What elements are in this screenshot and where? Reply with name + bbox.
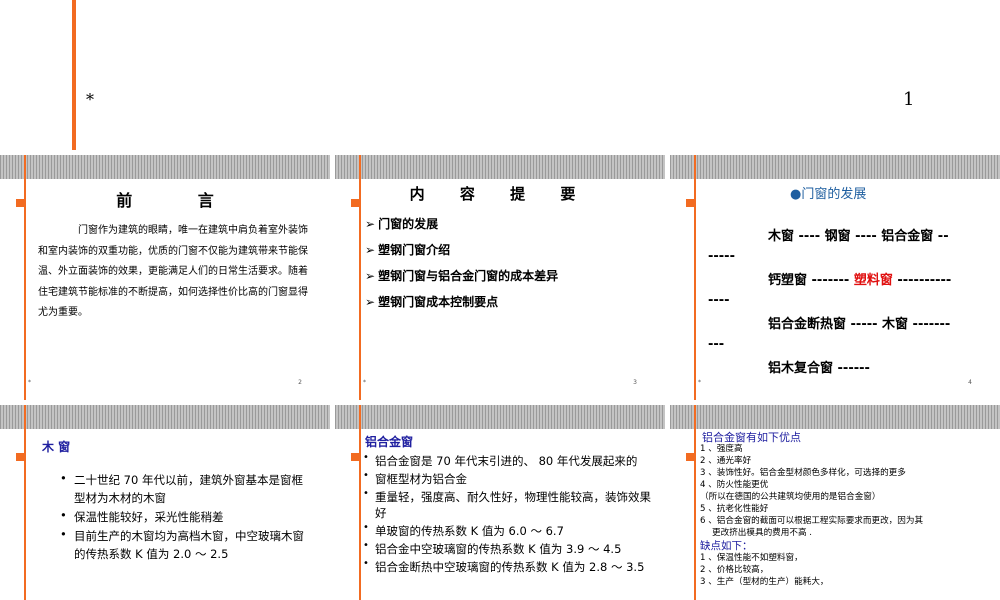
development-line: 铝木复合窗 ------	[768, 361, 870, 376]
development-line: 钙塑窗 ------- 塑料窗 --------------	[708, 271, 953, 311]
list-item: 2 、价格比较高，	[700, 565, 769, 575]
slide-page-number: 3	[633, 379, 637, 386]
line-text: 钙塑窗 -------	[768, 273, 854, 288]
list-item-label: 塑钢门窗成本控制要点	[378, 295, 499, 309]
slide-band	[670, 155, 1000, 179]
list-item: 5 、抗老化性能好	[700, 504, 769, 514]
list-item: 铝合金窗是 70 年代末引进的、 80 年代发展起来的	[363, 450, 658, 469]
slide-title: ●门窗的发展	[790, 187, 867, 202]
orange-square	[16, 453, 24, 461]
list-item: 2 、通光率好	[700, 456, 752, 466]
list-item: 更改挤出模具的费用不高 .	[712, 528, 812, 538]
orange-square	[686, 453, 694, 461]
footer-star: *	[86, 90, 94, 109]
list-item: 1 、保温性能不如塑料窗，	[700, 553, 803, 563]
arrow-bullet-icon: ➢	[365, 269, 376, 283]
slide-page-number: 2	[298, 379, 302, 386]
slide-contents[interactable]: 内 容 提 要 ➢ 门窗的发展 ➢ 塑钢门窗介绍 ➢ 塑钢门窗与铝合金门窗的成本差异 …	[335, 155, 665, 400]
list-item: 保温性能较好，采光性能稍差	[60, 506, 305, 526]
pros-cons-list: 1 、强度高 2 、通光率好 3 、装饰性好。铝合金型材颜色多样化，可选择的更多…	[700, 443, 990, 588]
slide-preface[interactable]: 前 言 门窗作为建筑的眼睛，唯一在建筑中肩负着室外装饰和室内装饰的双重功能，优质…	[0, 155, 330, 400]
slide-title: 铝合金窗	[365, 435, 414, 449]
slide-band	[335, 405, 665, 429]
highlight-text: 塑料窗	[853, 273, 893, 288]
footer-star: *	[28, 379, 31, 386]
slide-aluminum-pros-cons[interactable]: 铝合金窗有如下优点 1 、强度高 2 、通光率好 3 、装饰性好。铝合金型材颜色…	[670, 405, 1000, 600]
arrow-bullet-icon: ➢	[365, 217, 376, 231]
slide-title: 木 窗	[42, 440, 71, 454]
list-item: ➢ 塑钢门窗成本控制要点	[365, 293, 558, 319]
list-item: 3 、装饰性好。铝合金型材颜色多样化，可选择的更多	[700, 468, 906, 478]
arrow-bullet-icon: ➢	[365, 295, 376, 309]
list-item: 铝合金中空玻璃窗的传热系数 K 值为 3.9 ～ 4.5	[363, 538, 658, 557]
list-item: 重量轻，强度高、耐久性好，物理性能较高，装饰效果好	[363, 486, 658, 521]
slide-band	[0, 155, 330, 179]
footer-star: *	[363, 379, 366, 386]
list-item: ➢ 塑钢门窗与铝合金门窗的成本差异	[365, 267, 558, 293]
footer-star: *	[698, 379, 701, 386]
slide-band	[670, 405, 1000, 429]
slide-band	[0, 405, 330, 429]
list-item: 4 、防火性能更优	[700, 480, 769, 490]
slide-window-development[interactable]: ●门窗的发展 木窗 ---- 钢窗 ---- 铝合金窗 ------- 钙塑窗 …	[670, 155, 1000, 400]
list-item: 6 、铝合金窗的截面可以根据工程实际要求而更改，因为其	[700, 516, 924, 526]
contents-list: ➢ 门窗的发展 ➢ 塑钢门窗介绍 ➢ 塑钢门窗与铝合金门窗的成本差异 ➢ 塑钢门窗成本控…	[365, 215, 558, 319]
bullet-list: 二十世纪 70 年代以前，建筑外窗基本是窗框型材为木材的木窗 保温性能较好，采光…	[60, 469, 305, 564]
list-item: 铝合金断热中空玻璃窗的传热系数 K 值为 2.8 ～ 3.5	[363, 556, 658, 575]
orange-divider	[694, 405, 696, 600]
orange-square	[686, 199, 694, 207]
list-item: 窗框型材为铝合金	[363, 468, 658, 487]
list-item: ➢ 塑钢门窗介绍	[365, 241, 558, 267]
list-item-label: 门窗的发展	[378, 217, 439, 231]
development-line: 铝合金断热窗 ----- 木窗 ----------	[708, 317, 951, 352]
orange-divider	[24, 405, 26, 600]
list-item: 1 、强度高	[700, 444, 743, 454]
slide-wood-window[interactable]: 木 窗 二十世纪 70 年代以前，建筑外窗基本是窗框型材为木材的木窗 保温性能较…	[0, 405, 330, 600]
slide-band	[335, 155, 665, 179]
list-item: 二十世纪 70 年代以前，建筑外窗基本是窗框型材为木材的木窗	[60, 469, 305, 507]
slide-body-text: 门窗作为建筑的眼睛，唯一在建筑中肩负着室外装饰和室内装饰的双重功能，优质的门窗不…	[38, 225, 308, 318]
orange-divider	[359, 405, 361, 600]
page-number: 1	[903, 89, 915, 110]
orange-divider	[72, 0, 76, 150]
disadvantage-title: 缺点如下：	[700, 540, 753, 552]
orange-divider	[694, 155, 696, 400]
list-item-label: 塑钢门窗与铝合金门窗的成本差异	[378, 269, 559, 283]
development-line: 木窗 ---- 钢窗 ---- 铝合金窗 -------	[708, 229, 949, 264]
development-lines: 木窗 ---- 钢窗 ---- 铝合金窗 ------- 钙塑窗 -------…	[708, 227, 953, 383]
slide-page-number: 4	[968, 379, 972, 386]
list-item: （所以在德国的公共建筑均使用的是铝合金窗）	[700, 492, 881, 502]
list-item-label: 塑钢门窗介绍	[378, 243, 451, 257]
slide-title: 内 容 提 要	[409, 185, 591, 203]
bullet-list: 铝合金窗是 70 年代末引进的、 80 年代发展起来的 窗框型材为铝合金 重量轻…	[363, 450, 658, 577]
arrow-bullet-icon: ➢	[365, 243, 376, 257]
slide-aluminum-window[interactable]: 铝合金窗 铝合金窗是 70 年代末引进的、 80 年代发展起来的 窗框型材为铝合…	[335, 405, 665, 600]
list-item: 目前生产的木窗均为高档木窗，中空玻璃木窗的传热系数 K 值为 2.0 ～ 2.5	[60, 525, 305, 563]
list-item: ➢ 门窗的发展	[365, 215, 558, 241]
list-item: 单玻窗的传热系数 K 值为 6.0 ～ 6.7	[363, 520, 658, 539]
orange-square	[351, 453, 359, 461]
slide-title: 前 言	[116, 191, 244, 210]
page-header-area: * 1	[0, 0, 1000, 150]
list-item: 3 、生产（型材的生产）能耗大，	[700, 577, 829, 587]
